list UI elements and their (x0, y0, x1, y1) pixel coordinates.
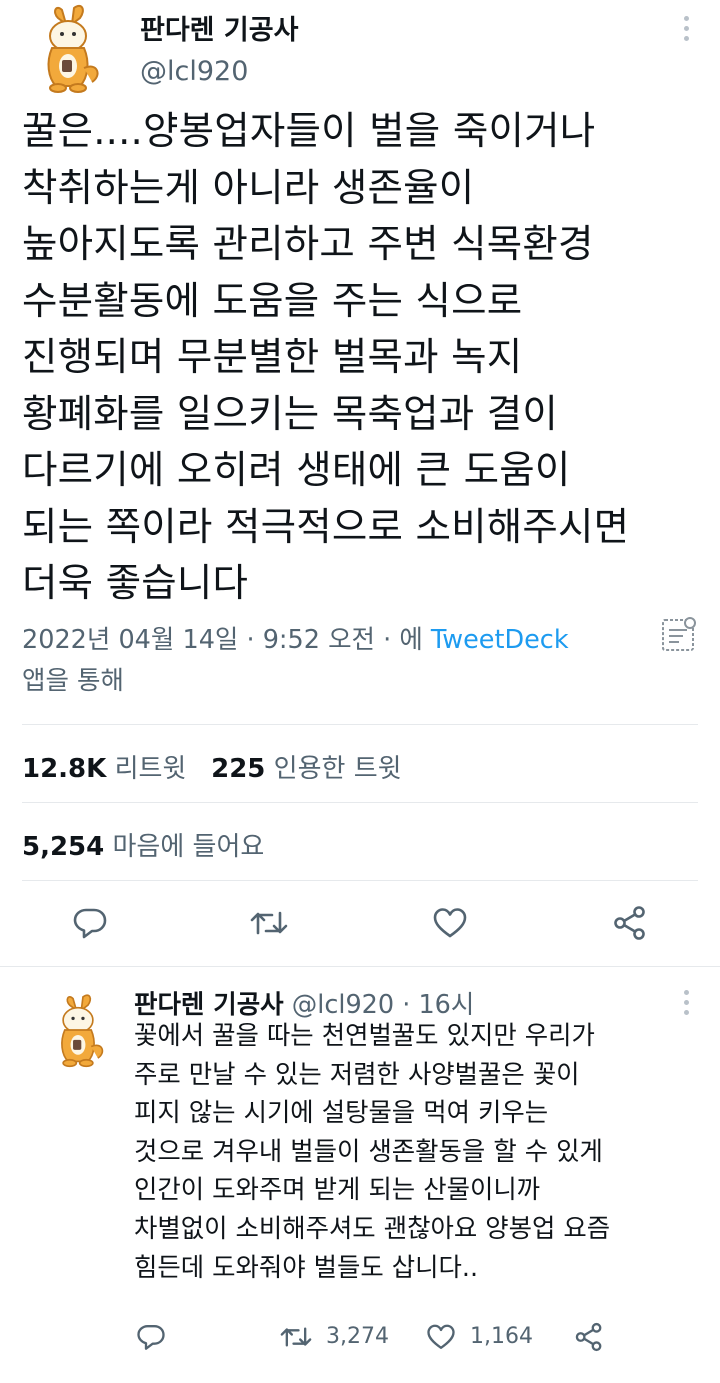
retweets-label: 리트윗 (114, 754, 187, 784)
author-avatar[interactable] (22, 2, 114, 94)
via-prefix: 에 (399, 625, 431, 655)
retweet-icon[interactable] (250, 905, 288, 941)
author-handle[interactable]: @lcl920 (140, 56, 248, 87)
reply-text: 꽃에서 꿀을 따는 천연벌꿀도 있지만 우리가 주로 만날 수 있는 저렴한 사… (134, 1020, 611, 1282)
retweets-count: 12.8K (22, 754, 107, 784)
tweet-meta: 2022년 04월 14일 · 9:52 오전 · 에 TweetDeck 앱을… (22, 620, 662, 702)
share-icon[interactable] (612, 905, 648, 941)
avatar-image (61, 994, 104, 1068)
reply-icon[interactable] (72, 905, 108, 941)
via-suffix: 앱을 통해 (22, 666, 124, 696)
like-icon[interactable] (432, 905, 468, 941)
likes-stats[interactable]: 5,254 마음에 들어요 (22, 826, 264, 863)
divider (22, 880, 698, 881)
likes-label: 마음에 들어요 (112, 832, 265, 862)
reply-retweet-icon[interactable] (280, 1322, 312, 1352)
likes-count: 5,254 (22, 832, 105, 862)
client-link[interactable]: TweetDeck (431, 625, 569, 655)
divider (22, 724, 698, 725)
analytics-icon[interactable] (660, 616, 698, 658)
reply-author-avatar[interactable] (40, 992, 116, 1068)
reply-reply-icon[interactable] (136, 1322, 166, 1352)
quotes-label: 인용한 트윗 (273, 754, 402, 784)
reply-share-icon[interactable] (574, 1322, 604, 1352)
tweet-timestamp[interactable]: 2022년 04월 14일 · 9:52 오전 · (22, 625, 399, 655)
author-name[interactable]: 판다렌 기공사 (140, 8, 298, 47)
quotes-count: 225 (211, 754, 266, 784)
retweet-stats[interactable]: 12.8K 리트윗 225 인용한 트윗 (22, 748, 402, 785)
avatar-image (47, 4, 99, 93)
reply-like-count: 1,164 (470, 1324, 533, 1349)
tweet-text: 꿀은....양봉업자들이 벌을 죽이거나 착취하는게 아니라 생존율이 높아지도… (22, 109, 630, 606)
reply-retweet-count: 3,274 (326, 1324, 389, 1349)
more-icon[interactable] (676, 8, 696, 48)
divider (22, 802, 698, 803)
reply-like-icon[interactable] (426, 1322, 456, 1352)
